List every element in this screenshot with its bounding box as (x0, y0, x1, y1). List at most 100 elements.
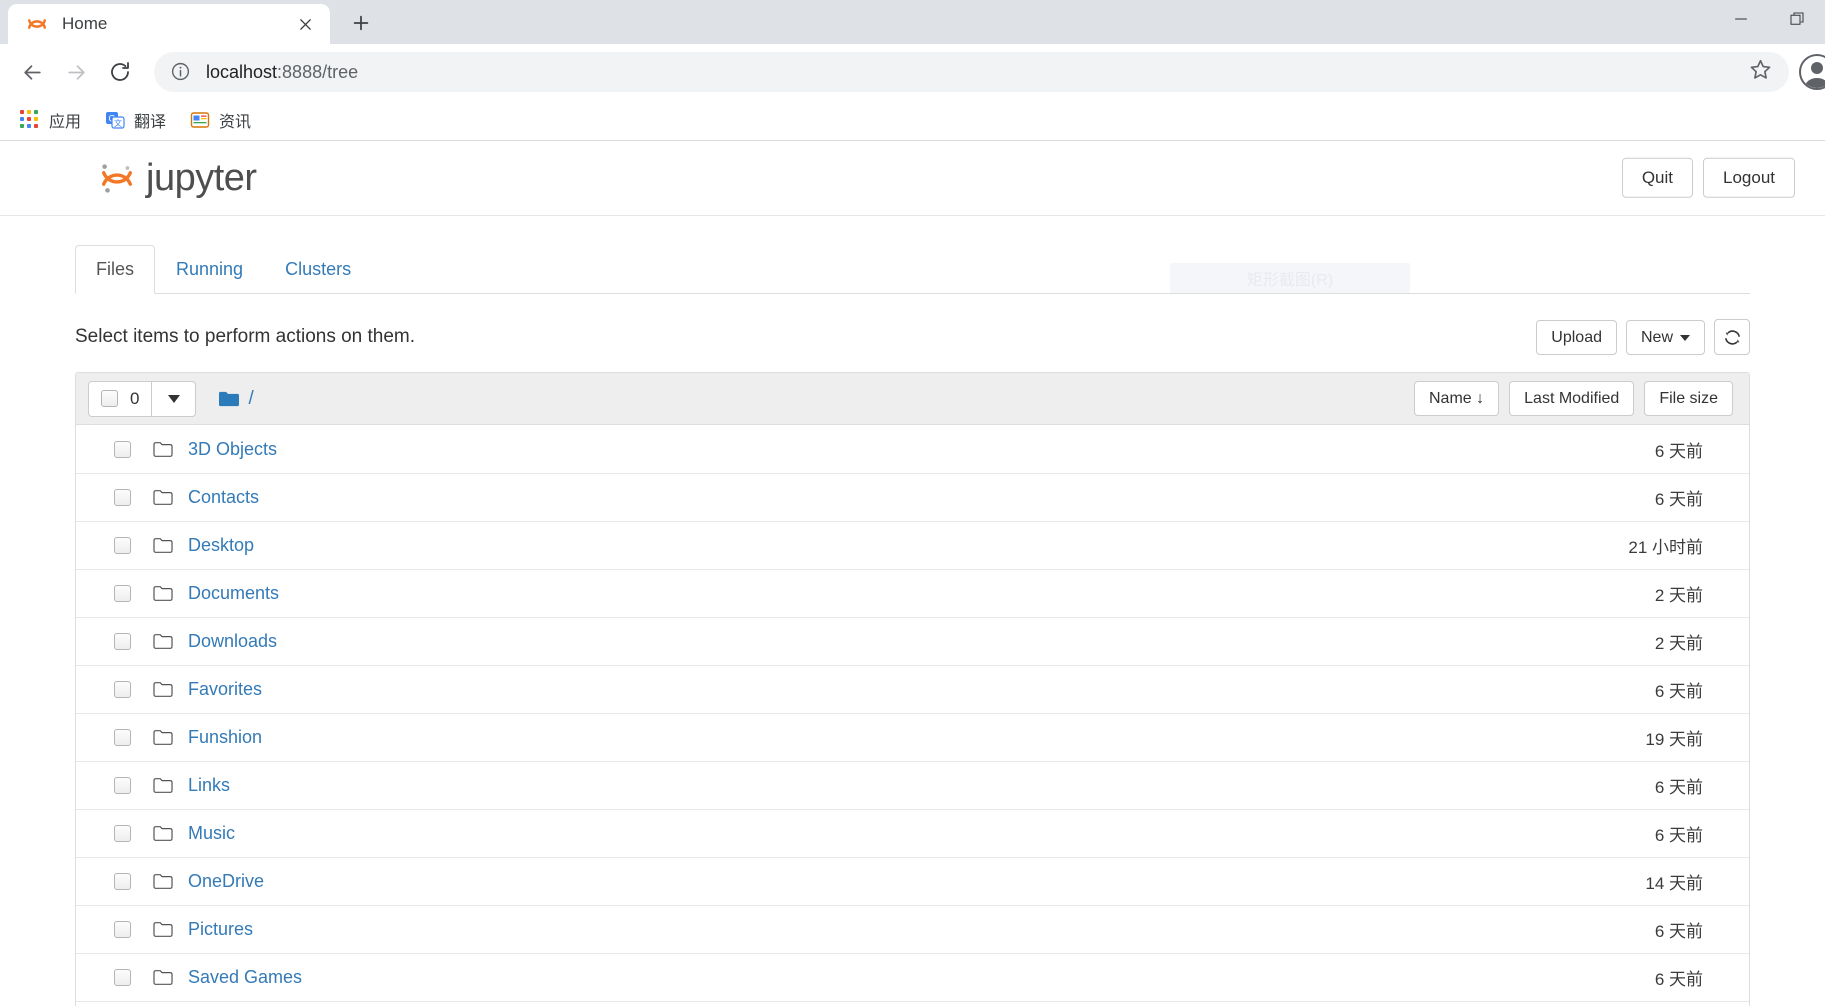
file-name-link[interactable]: Links (188, 775, 230, 796)
file-name-link[interactable]: Documents (188, 583, 279, 604)
row-checkbox[interactable] (114, 777, 131, 795)
breadcrumb[interactable]: / (218, 388, 254, 410)
plus-icon[interactable] (342, 4, 380, 42)
sort-by-name-button[interactable]: Name ↓ (1414, 381, 1500, 417)
row-checkbox[interactable] (114, 681, 131, 699)
bookmark-apps[interactable]: 应用 (10, 104, 91, 136)
checkbox-icon[interactable] (101, 390, 118, 408)
row-checkbox[interactable] (114, 633, 131, 651)
reload-icon[interactable] (98, 50, 142, 94)
file-modified: 21 小时前 (1628, 538, 1703, 558)
upload-button[interactable]: Upload (1536, 319, 1617, 355)
sort-arrow-down-icon: ↓ (1476, 390, 1485, 408)
file-list-toolbar: 0 / Name ↓ Last Modified File size (76, 373, 1749, 426)
table-row[interactable]: Pictures 6 天前 (76, 905, 1749, 954)
minimize-icon[interactable] (1713, 0, 1769, 38)
table-row[interactable]: 3D Objects 6 天前 (76, 425, 1749, 474)
table-row[interactable]: Favorites 6 天前 (76, 665, 1749, 714)
bookmark-translate[interactable]: G 文 翻译 (95, 104, 176, 136)
window-controls (1713, 0, 1825, 38)
row-checkbox[interactable] (114, 585, 131, 603)
tab-running[interactable]: Running (155, 245, 264, 294)
file-modified: 6 天前 (1654, 441, 1703, 461)
sort-buttons: Name ↓ Last Modified File size (1414, 381, 1733, 417)
file-modified: 6 天前 (1654, 970, 1703, 990)
row-checkbox[interactable] (114, 873, 131, 891)
bookmarks-bar: 应用 G 文 翻译 资讯 (0, 100, 1825, 140)
jupyter-brand[interactable]: jupyter (98, 157, 257, 200)
sort-by-file-size-button[interactable]: File size (1644, 381, 1733, 417)
tab-strip: Home (0, 0, 380, 44)
file-name-link[interactable]: Favorites (188, 679, 262, 700)
new-button[interactable]: New (1625, 319, 1705, 355)
new-button-label: New (1640, 328, 1673, 346)
jupyter-body: Files Running Clusters 矩形截图(R) Select it… (0, 245, 1825, 1006)
row-checkbox[interactable] (114, 729, 131, 747)
jupyter-page: jupyter Quit Logout Files Running Cluste… (0, 141, 1825, 1006)
info-circle-icon[interactable] (170, 61, 192, 83)
file-modified: 6 天前 (1654, 682, 1703, 702)
logout-button[interactable]: Logout (1703, 157, 1795, 199)
address-bar[interactable]: localhost:8888/tree (154, 52, 1789, 92)
refresh-icon[interactable] (1714, 319, 1750, 356)
folder-icon (153, 681, 173, 698)
table-row[interactable]: Downloads 2 天前 (76, 617, 1749, 666)
select-all-checkbox[interactable]: 0 (88, 380, 153, 417)
row-checkbox[interactable] (114, 489, 131, 507)
tab-clusters[interactable]: Clusters (264, 245, 372, 294)
snip-tool-overlay: 矩形截图(R) (1170, 263, 1410, 294)
maximize-restore-icon[interactable] (1769, 0, 1825, 38)
file-name-link[interactable]: Desktop (188, 535, 254, 556)
file-name-link[interactable]: Funshion (188, 727, 262, 748)
table-row[interactable]: Funshion 19 天前 (76, 713, 1749, 762)
jupyter-wordmark: jupyter (146, 156, 257, 199)
select-dropdown-button[interactable] (152, 380, 197, 417)
file-name-link[interactable]: Pictures (188, 919, 253, 940)
file-modified: 19 天前 (1645, 730, 1703, 750)
profile-avatar-icon[interactable] (1799, 54, 1825, 90)
arrow-right-icon[interactable] (54, 50, 98, 94)
file-name-link[interactable]: Saved Games (188, 967, 302, 988)
row-checkbox[interactable] (114, 921, 131, 939)
row-checkbox[interactable] (114, 825, 131, 843)
browser-tab-home[interactable]: Home (8, 4, 330, 44)
browser-titlebar: Home (0, 0, 1825, 44)
file-name-link[interactable]: OneDrive (188, 871, 264, 892)
close-icon[interactable] (292, 11, 318, 37)
table-row[interactable]: OneDrive 14 天前 (76, 857, 1749, 906)
file-name-link[interactable]: Contacts (188, 487, 259, 508)
arrow-left-icon[interactable] (10, 50, 54, 94)
bookmark-news[interactable]: 资讯 (180, 104, 261, 136)
select-items-hint-row: Select items to perform actions on them.… (75, 316, 1750, 358)
select-all-group: 0 (88, 380, 197, 417)
table-row[interactable]: Desktop 21 小时前 (76, 521, 1749, 570)
table-row[interactable]: Music 6 天前 (76, 809, 1749, 858)
table-row[interactable]: Documents 2 天前 (76, 569, 1749, 618)
folder-icon (153, 873, 173, 890)
jupyter-favicon (26, 13, 48, 35)
row-checkbox[interactable] (114, 440, 131, 458)
folder-filled-icon (218, 390, 240, 408)
sort-by-last-modified-button[interactable]: Last Modified (1509, 381, 1635, 417)
row-checkbox[interactable] (114, 537, 131, 555)
table-row[interactable]: Searches6 天前 (76, 1001, 1749, 1006)
table-row[interactable]: Contacts 6 天前 (76, 473, 1749, 522)
file-name-link[interactable]: Music (188, 823, 235, 844)
table-row[interactable]: Saved Games 6 天前 (76, 953, 1749, 1002)
file-modified: 2 天前 (1654, 634, 1703, 654)
table-row[interactable]: Links 6 天前 (76, 761, 1749, 810)
file-name-link[interactable]: Downloads (188, 631, 277, 652)
address-bar-url: localhost:8888/tree (206, 62, 358, 83)
selected-count: 0 (130, 388, 140, 408)
file-list: 3D Objects 6 天前 Contacts 6 天前 Desktop 21 小时前 D… (76, 425, 1749, 1006)
folder-icon (153, 777, 173, 794)
folder-icon (153, 825, 173, 842)
row-checkbox[interactable] (114, 969, 131, 987)
quit-button[interactable]: Quit (1621, 157, 1693, 199)
jupyter-header-buttons: Quit Logout (1621, 157, 1795, 199)
file-name-link[interactable]: 3D Objects (188, 439, 277, 460)
folder-icon (153, 585, 173, 602)
tab-files[interactable]: Files (75, 245, 156, 295)
file-modified: 6 天前 (1654, 826, 1703, 846)
bookmark-star-icon[interactable] (1748, 57, 1773, 87)
